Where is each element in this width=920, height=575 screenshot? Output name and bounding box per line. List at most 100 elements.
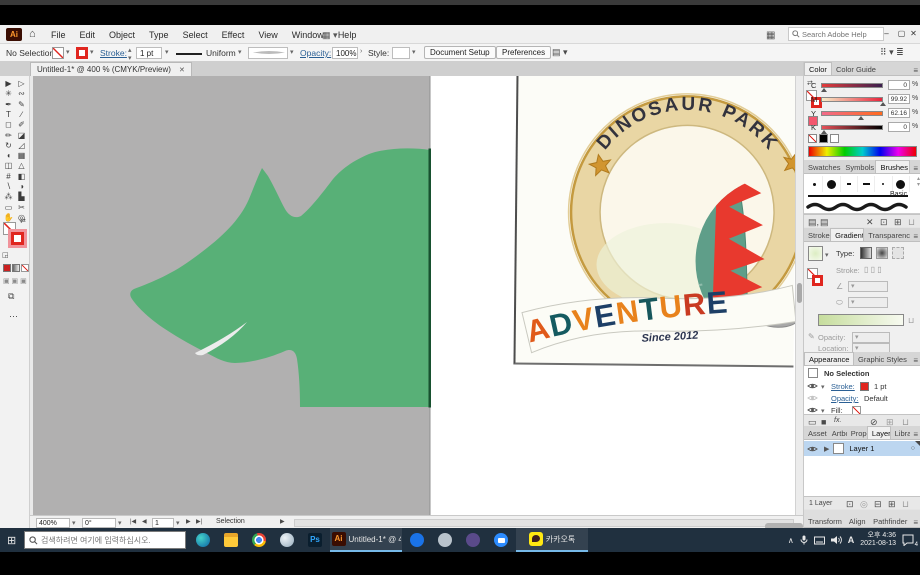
make-clipping-mask-icon[interactable]: ⊡ [846, 500, 854, 509]
channel-slider[interactable] [821, 111, 883, 116]
gradient-slider[interactable] [818, 314, 904, 326]
gradient-eyedropper-icon[interactable]: ✎ [808, 332, 815, 341]
gradient-stroke-proxy[interactable] [812, 275, 823, 286]
color-spectrum-bar[interactable] [808, 146, 917, 157]
layer-name[interactable]: Layer 1 [849, 444, 874, 453]
brushes-tab-brushes[interactable]: Brushes [875, 160, 910, 173]
appearance-stroke-swatch[interactable] [860, 382, 869, 391]
gradient-stroke-buttons[interactable]: ▯ ▯ ▯ [864, 265, 882, 274]
channel-value[interactable]: 62.16 [888, 108, 910, 118]
selection-tool[interactable]: ▶ [2, 79, 15, 89]
type-tool[interactable]: T [2, 110, 15, 120]
layers-tab-prope[interactable]: Prope [847, 427, 867, 439]
channel-value[interactable]: 0 [888, 80, 910, 90]
draw-normal-icon[interactable]: ▣ ▣ ▣ [3, 278, 27, 285]
menu-file[interactable]: File [44, 30, 73, 40]
brush-item-dot-9[interactable] [823, 176, 840, 192]
next-artboard-icon[interactable]: ▶ [186, 519, 191, 525]
appearance-stroke-row[interactable]: ▾ Stroke: 1 pt [804, 380, 920, 392]
new-brush-icon[interactable]: ⊞ [894, 218, 902, 227]
gradient-opacity-select[interactable]: ▾ [852, 332, 890, 343]
column-graph-tool[interactable]: ▙ [15, 192, 28, 202]
rectangle-tool[interactable]: ◻ [2, 120, 15, 130]
color-panel-menu-icon[interactable]: ≡ [910, 66, 920, 75]
visibility-eye-icon[interactable] [807, 406, 818, 414]
artboard-nav-dropdown-icon[interactable]: ▾ [176, 519, 180, 527]
last-artboard-icon[interactable]: ▶| [196, 519, 202, 525]
home-icon[interactable]: ⌂ [29, 28, 36, 40]
gradient-tab-transparency[interactable]: Transparency [864, 229, 910, 241]
rotation-select[interactable]: 0° [82, 518, 116, 528]
layers-tab-librar[interactable]: Librar [891, 427, 911, 439]
opacity-expand-icon[interactable]: › [360, 48, 362, 55]
variable-width-value[interactable]: Uniform [206, 48, 236, 58]
menu-edit[interactable]: Edit [73, 30, 103, 40]
opacity-label[interactable]: Opacity: [300, 48, 331, 58]
vertical-scrollbar[interactable] [795, 76, 803, 515]
stroke-weight-label[interactable]: Stroke: [100, 48, 127, 58]
curvature-tool[interactable]: ✎ [15, 100, 28, 110]
appearance-opacity-row[interactable]: Opacity: Default [804, 392, 920, 404]
appearance-stroke-label[interactable]: Stroke: [831, 382, 855, 391]
remove-brush-stroke-icon[interactable]: ✕ [866, 218, 874, 227]
paintbrush-tool[interactable]: ✐ [15, 120, 28, 130]
variable-width-dropdown-icon[interactable]: ▾ [238, 48, 242, 56]
gradient-tool[interactable]: ◧ [15, 172, 28, 182]
taskbar-search-box[interactable] [24, 531, 186, 549]
add-effect-icon[interactable]: fx. [834, 417, 841, 424]
layer-visibility-icon[interactable] [807, 445, 818, 453]
dock-bottom-panel-menu-icon[interactable]: ≡ [910, 518, 920, 527]
magic-wand-tool[interactable]: ✳ [2, 89, 15, 99]
layers-tab-asset-e[interactable]: Asset E [804, 427, 828, 439]
charcoal-brush-preview[interactable] [806, 202, 910, 212]
brush-item-dash-5[interactable] [858, 176, 875, 192]
color-mode-icon[interactable] [3, 264, 11, 272]
minimize-button[interactable]: – [880, 27, 893, 41]
document-tab[interactable]: Untitled-1* @ 400 % (CMYK/Preview) ✕ [30, 62, 192, 76]
slider-marker[interactable] [880, 102, 886, 106]
menu-effect[interactable]: Effect [215, 30, 252, 40]
taskbar-app-app-blue[interactable] [404, 528, 430, 552]
linear-gradient-icon[interactable] [860, 247, 872, 259]
status-expand-icon[interactable]: ▶ [280, 519, 285, 525]
gradient-thumbnail[interactable] [808, 246, 823, 261]
appearance-tab-appearance[interactable]: Appearance [804, 352, 854, 365]
gradient-thumb-dropdown-icon[interactable]: ▾ [825, 251, 829, 259]
radial-gradient-icon[interactable] [876, 247, 888, 259]
volume-icon[interactable] [831, 535, 842, 545]
gradient-mode-icon[interactable] [12, 264, 20, 272]
document-tab-close-icon[interactable]: ✕ [179, 66, 185, 74]
visibility-eye-icon[interactable] [807, 394, 818, 402]
rotate-tool[interactable]: ↻ [2, 141, 15, 151]
taskbar-app-app-gray[interactable] [432, 528, 458, 552]
libraries-panel-icon[interactable]: ▤ [820, 218, 829, 227]
taskbar-app-file-explorer[interactable] [218, 528, 244, 552]
new-layer-icon[interactable]: ⊞ [888, 500, 896, 509]
stroke-expand-icon[interactable]: ▾ [821, 383, 825, 391]
none-mode-icon[interactable] [21, 264, 29, 272]
taskbar-app-app-dark[interactable] [460, 528, 486, 552]
channel-slider[interactable] [821, 97, 883, 102]
stroke-weight-value[interactable]: 1 pt [136, 47, 162, 59]
pen-tool[interactable]: ✒ [2, 100, 15, 110]
toolbar-stroke-swatch[interactable] [11, 232, 24, 245]
scale-tool[interactable]: ◿ [15, 141, 28, 151]
free-transform-tool[interactable]: ▦ [15, 151, 28, 161]
default-fill-stroke-icon[interactable]: ◲ [2, 252, 9, 259]
gradient-tab-stroke[interactable]: Stroke [804, 229, 830, 241]
color-tab-color-guide[interactable]: Color Guide [832, 63, 880, 75]
touch-keyboard-icon[interactable] [814, 536, 825, 545]
black-swatch[interactable] [819, 134, 828, 143]
channel-value[interactable]: 0 [888, 122, 910, 132]
width-profile-dropdown-icon[interactable]: ▾ [290, 48, 294, 56]
gradient-tab-gradient[interactable]: Gradient [830, 228, 864, 241]
channel-slider[interactable] [821, 83, 883, 88]
document-setup-button[interactable]: Document Setup [424, 46, 496, 59]
prev-artboard-icon[interactable]: ◀ [142, 519, 147, 525]
reference-image[interactable]: DINOSAUR PARK ADVENTURE Since 2012 [513, 76, 795, 367]
dock-bottom-tab-transform[interactable]: Transform [804, 515, 845, 527]
preferences-button[interactable]: Preferences [496, 46, 551, 59]
first-artboard-icon[interactable]: |◀ [130, 519, 136, 525]
style-dropdown-icon[interactable]: ▾ [412, 48, 416, 56]
brushes-tab-symbols[interactable]: Symbols [841, 161, 875, 173]
